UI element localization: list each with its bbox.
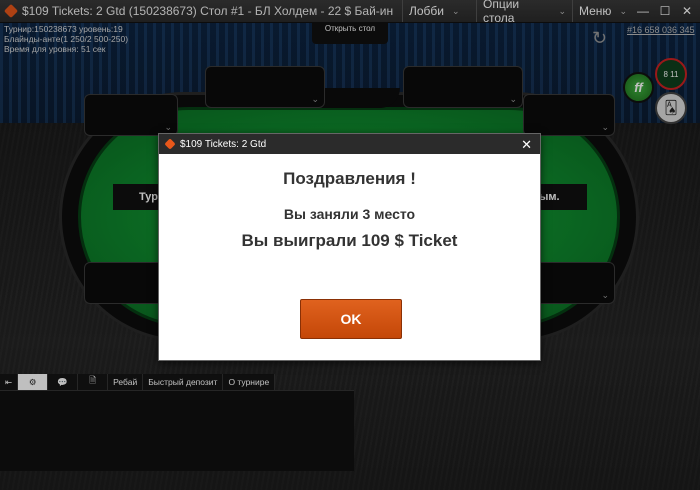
prize-text: Вы выиграли 109 $ Ticket (241, 231, 458, 250)
dialog-title: $109 Tickets: 2 Gtd (180, 138, 267, 150)
close-icon[interactable]: ✕ (521, 137, 532, 153)
dialog-heading: Поздравления ! (283, 169, 416, 188)
pokerstars-logo-icon (164, 138, 176, 150)
ok-button[interactable]: OK (300, 299, 402, 339)
finish-place-text: Вы заняли 3 место (283, 206, 416, 222)
dialog-header: $109 Tickets: 2 Gtd (159, 134, 540, 154)
congratulations-dialog: $109 Tickets: 2 Gtd ✕ Поздравления ! Вы … (158, 133, 541, 361)
